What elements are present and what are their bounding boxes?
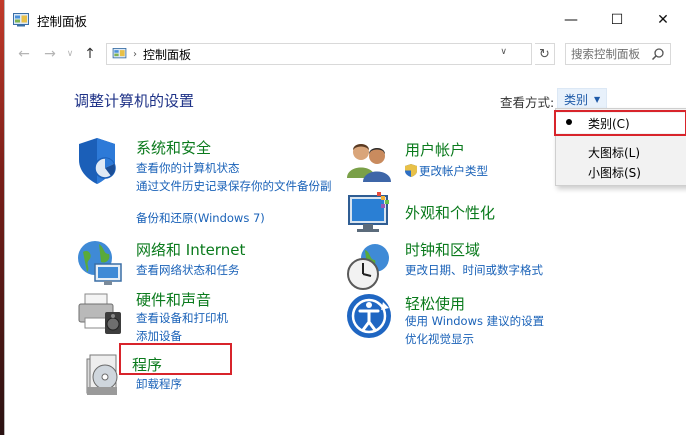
control-panel-icon [13,13,29,27]
category-title-clock-region[interactable]: 时钟和区域 [405,239,480,260]
maximize-button[interactable]: ☐ [594,0,640,40]
breadcrumb-separator: › [133,48,137,60]
refresh-icon: ↻ [539,46,550,62]
recent-locations-button[interactable]: ∨ [63,41,77,67]
category-title-ease-of-access[interactable]: 轻松使用 [405,293,465,314]
forward-button[interactable]: → [37,41,63,67]
minimize-icon: — [564,12,578,28]
search-icon [651,48,664,61]
link-optimize-visual-display[interactable]: 优化视觉显示 [405,331,474,347]
navigation-bar: ← → ∨ ↑ › 控制面板 ∨ ↻ 搜索控制面板 [5,40,686,68]
view-by-label: 查看方式: [500,95,555,110]
category-title-network-internet[interactable]: 网络和 Internet [136,239,245,260]
forward-arrow-icon: → [44,46,56,62]
refresh-button[interactable]: ↻ [535,43,555,65]
category-title-hardware-sound[interactable]: 硬件和声音 [136,289,211,310]
back-arrow-icon: ← [18,46,30,62]
back-button[interactable]: ← [11,41,37,67]
link-file-history-backup[interactable]: 通过文件历史记录保存你的文件备份副 [136,178,332,194]
chevron-down-icon: ∨ [66,49,74,59]
link-uninstall-program[interactable]: 卸载程序 [136,376,182,392]
dropdown-arrow-icon: ▼ [594,94,601,104]
page-title: 调整计算机的设置 [74,92,195,110]
minimize-button[interactable]: — [548,0,594,40]
category-title-user-accounts[interactable]: 用户帐户 [405,139,465,160]
address-dropdown-icon[interactable]: ∨ [500,47,507,57]
menu-item-category-label: 类别(C) [588,116,630,131]
search-input[interactable]: 搜索控制面板 [565,43,671,65]
menu-item-small-icons[interactable]: 小图标(S) [556,162,686,182]
shield-icon[interactable] [75,136,125,186]
maximize-icon: ☐ [610,12,624,28]
category-title-appearance[interactable]: 外观和个性化 [405,202,495,223]
breadcrumb-control-panel[interactable]: 控制面板 [143,46,191,63]
link-windows-recommended-settings[interactable]: 使用 Windows 建议的设置 [405,313,544,329]
link-backup-restore[interactable]: 备份和还原(Windows 7) [136,210,265,226]
menu-item-large-icons-label: 大图标(L) [588,145,641,160]
control-panel-window: 控制面板 — ☐ ✕ ← → ∨ ↑ › 控制面板 ∨ ↻ 搜索控制面板 调整计… [4,0,686,435]
close-button[interactable]: ✕ [640,0,686,40]
printer-speaker-icon[interactable] [75,288,125,338]
menu-item-large-icons[interactable]: 大图标(L) [556,142,686,162]
uac-shield-icon [405,164,417,177]
up-arrow-icon: ↑ [84,46,96,62]
address-bar[interactable]: › 控制面板 ∨ [106,43,532,65]
caption-buttons: — ☐ ✕ [548,0,686,40]
selected-bullet-icon [566,119,572,125]
window-title: 控制面板 [37,13,88,29]
title-bar[interactable]: 控制面板 — ☐ ✕ [5,0,686,40]
close-icon: ✕ [657,12,669,28]
menu-item-small-icons-label: 小图标(S) [588,165,641,180]
view-by-dropdown[interactable]: 类别 ▼ [557,88,608,110]
up-button[interactable]: ↑ [77,41,103,67]
menu-item-category[interactable]: 类别(C) [556,113,686,133]
ease-of-access-icon[interactable] [345,292,395,342]
link-devices-printers[interactable]: 查看设备和打印机 [136,310,228,326]
view-by-value: 类别 [564,92,589,107]
network-globe-icon[interactable] [75,238,125,288]
control-panel-icon [112,48,127,59]
search-placeholder: 搜索控制面板 [571,47,640,61]
link-change-account-type-label: 更改帐户类型 [419,164,488,178]
view-by-menu: 类别(C) 大图标(L) 小图标(S) [555,108,686,186]
link-network-status[interactable]: 查看网络状态和任务 [136,262,240,278]
link-view-computer-status[interactable]: 查看你的计算机状态 [136,160,240,176]
clock-globe-icon[interactable] [345,242,395,292]
link-change-account-type[interactable]: 更改帐户类型 [405,163,488,179]
category-title-system-security[interactable]: 系统和安全 [136,137,211,158]
link-change-date-time-format[interactable]: 更改日期、时间或数字格式 [405,262,543,278]
link-add-device[interactable]: 添加设备 [136,328,182,344]
category-title-programs[interactable]: 程序 [132,354,162,375]
programs-disc-icon[interactable] [81,351,131,401]
users-icon[interactable] [345,138,395,188]
monitor-paint-icon[interactable] [345,190,395,240]
